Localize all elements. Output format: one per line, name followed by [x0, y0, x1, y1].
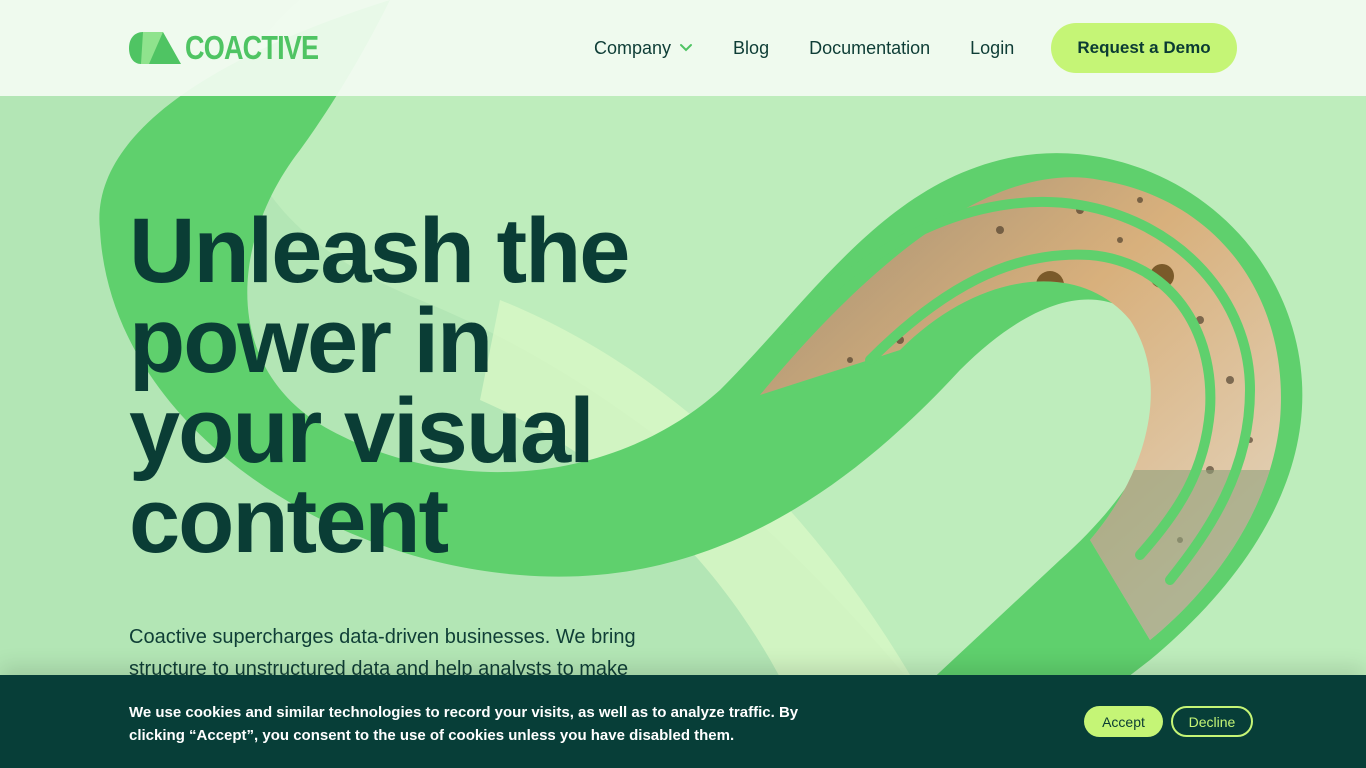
- nav-item-label: Login: [970, 38, 1015, 58]
- nav-item-label: Blog: [733, 38, 770, 58]
- nav-item-documentation[interactable]: Documentation: [809, 36, 930, 60]
- nav-item-login[interactable]: Login: [970, 36, 1014, 60]
- logo[interactable]: COACTIVE: [129, 29, 348, 66]
- chevron-down-icon: [680, 44, 693, 52]
- nav-item-blog[interactable]: Blog: [733, 36, 769, 60]
- request-demo-button[interactable]: Request a Demo: [1051, 23, 1237, 73]
- nav-item-label: Documentation: [809, 38, 931, 58]
- main-nav: Company Blog Documentation Login: [594, 36, 1054, 60]
- hero-title-line: power in: [129, 290, 493, 392]
- accept-button[interactable]: Accept: [1084, 706, 1163, 737]
- decline-button[interactable]: Decline: [1171, 706, 1253, 737]
- hero-title-line: Unleash the: [129, 200, 630, 302]
- hero-title-line: content: [129, 470, 449, 572]
- site-header: COACTIVE Company Blog Documentation Logi…: [0, 0, 1366, 96]
- hero-title: Unleash the power in your visual content: [129, 200, 769, 572]
- nav-item-company[interactable]: Company: [594, 36, 693, 60]
- nav-item-label: Company: [594, 38, 672, 58]
- cookie-text: We use cookies and similar technologies …: [129, 704, 799, 744]
- hero-title-line: your visual: [129, 380, 595, 482]
- logo-mark-icon: [129, 32, 181, 64]
- cookie-banner: We use cookies and similar technologies …: [0, 675, 1366, 768]
- logo-wordmark: COACTIVE: [185, 29, 319, 66]
